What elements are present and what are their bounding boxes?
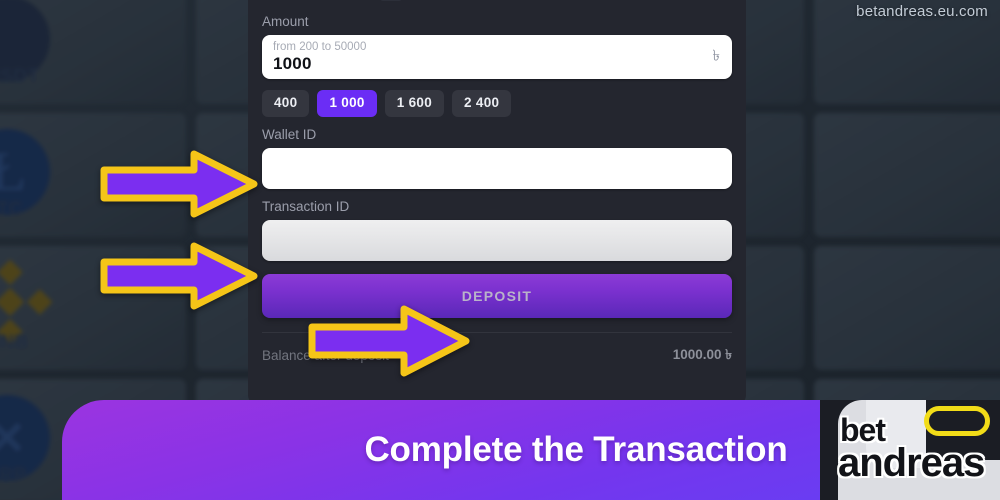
amount-input[interactable]: from 200 to 50000 1000 ৳ [262,35,732,79]
quick-amount-1000[interactable]: 1 000 [317,90,377,117]
site-watermark: betandreas.eu.com [856,3,988,20]
wallet-id-input[interactable] [262,148,732,189]
amount-value: 1000 [273,54,312,73]
modal-handle [380,0,402,1]
quick-amount-2400[interactable]: 2 400 [452,90,512,117]
logo-line-andreas: andreas [838,441,985,486]
transaction-id-label: Transaction ID [262,199,350,214]
transaction-id-input[interactable] [262,220,732,261]
screenshot-root: USDT LTC Ξ BNB [0,0,1000,500]
arrow-deposit-button [306,303,472,379]
quick-amount-1600[interactable]: 1 600 [384,90,445,117]
rounded-badge-icon [924,406,990,436]
quick-amount-400[interactable]: 400 [262,90,310,117]
brand-logo: bet andreas [820,400,1000,500]
amount-placeholder: from 200 to 50000 [273,41,367,53]
amount-label: Amount [262,14,309,29]
arrow-wallet-id [98,148,260,220]
currency-symbol-icon: ৳ [712,47,720,65]
arrow-transaction-id [98,240,260,312]
quick-amount-chips: 400 1 000 1 600 2 400 [262,90,732,117]
wallet-id-label: Wallet ID [262,127,317,142]
balance-after-deposit-value: 1000.00 ৳ [672,347,732,362]
